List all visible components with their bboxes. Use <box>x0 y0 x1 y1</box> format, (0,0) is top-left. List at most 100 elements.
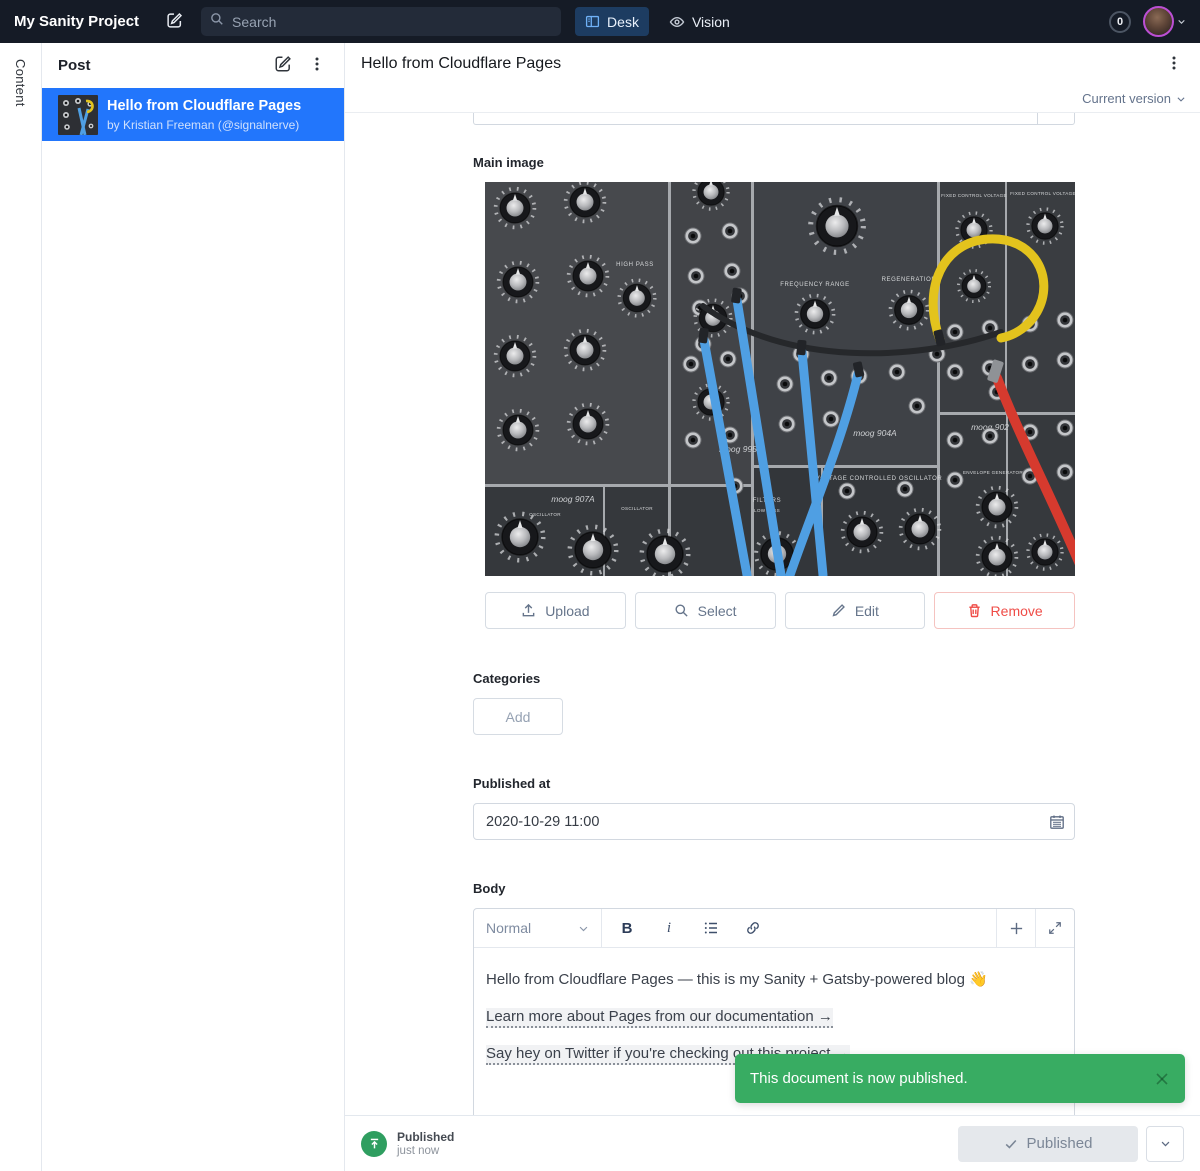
search-icon <box>210 12 224 31</box>
body-label: Body <box>473 881 1075 896</box>
chevron-down-icon <box>578 923 589 934</box>
main-area: Content Post <box>0 43 1200 1171</box>
expand-icon <box>1048 921 1062 935</box>
main-image-preview[interactable]: HIGH PASS FREQUENCY RANGE REGENERATION F… <box>485 182 1075 576</box>
search-input[interactable] <box>232 14 552 30</box>
sanity-studio: My Sanity Project Desk Vision 0 <box>0 0 1200 1171</box>
remove-button[interactable]: Remove <box>934 592 1075 629</box>
photo-label-moog-904a: moog 904A <box>853 428 897 438</box>
list-pane-title: Post <box>58 57 264 74</box>
photo-label-frequency-range: FREQUENCY RANGE <box>780 282 850 288</box>
publish-button-label: Published <box>1027 1135 1093 1152</box>
publish-status-chip: Published just now <box>361 1130 454 1157</box>
list-item-title: Hello from Cloudflare Pages <box>107 97 301 115</box>
document-header: Hello from Cloudflare Pages <box>345 43 1200 85</box>
tab-vision[interactable]: Vision <box>659 7 740 36</box>
published-at-input[interactable] <box>473 803 1075 840</box>
photo-label-fixed-cv-1: FIXED CONTROL VOLTAGE <box>941 193 1007 198</box>
chevron-down-icon <box>1176 94 1186 104</box>
image-actions: Upload Select Edit <box>485 592 1075 629</box>
text-style-value: Normal <box>486 920 531 936</box>
pencil-icon <box>831 603 846 618</box>
clipped-field-input[interactable] <box>473 113 1075 125</box>
categories-label: Categories <box>473 671 1075 686</box>
tab-desk-label: Desk <box>607 14 639 30</box>
chevron-down-icon <box>1177 14 1186 29</box>
select-button-label: Select <box>698 603 737 619</box>
italic-button[interactable]: i <box>654 913 684 943</box>
top-navbar: My Sanity Project Desk Vision 0 <box>0 0 1200 43</box>
fullscreen-button[interactable] <box>1035 909 1074 947</box>
photo-label-vco: VOLTAGE CONTROLLED OSCILLATOR <box>816 476 943 482</box>
editor-toolbar: Normal B i <box>474 909 1074 948</box>
version-label: Current version <box>1082 91 1171 106</box>
bullet-list-icon <box>703 920 719 936</box>
publish-button[interactable]: Published <box>958 1126 1138 1162</box>
version-selector[interactable]: Current version <box>345 85 1200 113</box>
published-at-label: Published at <box>473 776 1075 791</box>
trash-icon <box>967 603 982 618</box>
document-pane: Hello from Cloudflare Pages Current vers… <box>345 43 1200 1171</box>
publish-menu-button[interactable] <box>1146 1126 1184 1162</box>
photo-label-high-pass: HIGH PASS <box>616 262 654 268</box>
create-post-button[interactable] <box>268 51 298 81</box>
toast-message: This document is now published. <box>750 1070 968 1087</box>
eye-icon <box>669 14 685 30</box>
upload-button[interactable]: Upload <box>485 592 626 629</box>
add-category-button[interactable]: Add <box>473 698 563 735</box>
photo-label-fixed-cv-2: FIXED CONTROL VOLTAGE <box>1010 191 1075 196</box>
new-document-button[interactable] <box>159 7 189 37</box>
photo-label-moog-907a: moog 907A <box>551 494 595 504</box>
search-bar[interactable] <box>201 7 561 36</box>
document-list-pane: Post Hello from Cloudflare Pages <box>42 43 345 1171</box>
publish-toast: This document is now published. <box>735 1054 1185 1103</box>
synth-photo: HIGH PASS FREQUENCY RANGE REGENERATION F… <box>485 182 1075 576</box>
navbar-right: 0 <box>1109 6 1186 37</box>
link-button[interactable] <box>738 913 768 943</box>
avatar <box>1143 6 1174 37</box>
select-button[interactable]: Select <box>635 592 776 629</box>
dots-vertical-icon <box>1166 55 1182 74</box>
plus-icon <box>1009 921 1024 936</box>
tab-vision-label: Vision <box>692 14 730 30</box>
tab-desk[interactable]: Desk <box>575 7 649 36</box>
remove-button-label: Remove <box>991 603 1043 619</box>
document-menu-button[interactable] <box>1158 48 1190 80</box>
list-item-subtitle: by Kristian Freeman (@signalnerve) <box>107 118 301 132</box>
chevron-down-icon <box>1160 1138 1171 1149</box>
compose-icon <box>166 12 183 32</box>
list-pane-menu-button[interactable] <box>302 51 332 81</box>
publish-status-text: Published just now <box>397 1130 454 1157</box>
toast-close-button[interactable] <box>1154 1071 1170 1087</box>
close-icon <box>1154 1071 1170 1087</box>
post-thumbnail <box>58 95 98 135</box>
presence-count-badge[interactable]: 0 <box>1109 11 1131 33</box>
publish-status-time: just now <box>397 1145 454 1157</box>
link-icon <box>745 920 761 936</box>
main-image-label: Main image <box>473 155 1075 170</box>
format-buttons: B i <box>602 909 996 947</box>
edit-button[interactable]: Edit <box>785 592 926 629</box>
sidebar-tab-content[interactable]: Content <box>0 43 42 1171</box>
calendar-icon[interactable] <box>1049 814 1065 830</box>
list-pane-header: Post <box>42 43 344 88</box>
insert-block-button[interactable] <box>996 909 1035 947</box>
project-title: My Sanity Project <box>14 13 139 30</box>
list-item-text: Hello from Cloudflare Pages by Kristian … <box>107 97 301 131</box>
document-footer: Published just now Published <box>345 1115 1200 1171</box>
dots-vertical-icon <box>309 56 325 75</box>
bold-button[interactable]: B <box>612 913 642 943</box>
photo-label-envelope-generator: ENVELOPE GENERATOR <box>963 470 1023 475</box>
desk-icon <box>585 14 600 29</box>
list-item-post[interactable]: Hello from Cloudflare Pages by Kristian … <box>42 88 344 141</box>
footer-actions: Published <box>958 1126 1184 1162</box>
bullet-list-button[interactable] <box>696 913 726 943</box>
upload-button-label: Upload <box>545 603 589 619</box>
published-icon <box>361 1131 387 1157</box>
publish-status-title: Published <box>397 1130 454 1144</box>
upload-icon <box>521 603 536 618</box>
text-style-select[interactable]: Normal <box>474 909 602 947</box>
user-menu-button[interactable] <box>1143 6 1186 37</box>
photo-label-regeneration: REGENERATION <box>882 277 937 283</box>
content-rail-label: Content <box>13 59 28 1171</box>
